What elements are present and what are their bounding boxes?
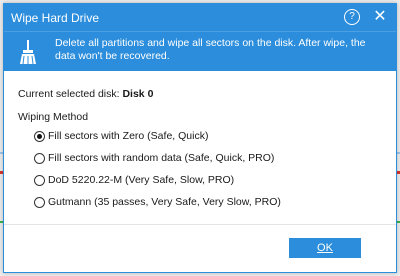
current-disk-value: Disk 0	[122, 88, 154, 100]
radio-option-label: Fill sectors with random data (Safe, Qui…	[48, 152, 275, 164]
radio-option-dod[interactable]: DoD 5220.22-M (Very Safe, Slow, PRO)	[34, 173, 234, 187]
radio-button[interactable]	[34, 174, 45, 186]
radio-button[interactable]	[34, 196, 45, 208]
broom-icon	[20, 40, 36, 65]
ok-button[interactable]: OK	[289, 238, 361, 258]
wipe-hard-drive-dialog: Wipe Hard Drive ? ✕ Delete all partition…	[3, 3, 397, 273]
radio-button[interactable]	[34, 152, 45, 164]
footer-divider	[4, 224, 396, 225]
current-disk-label: Current selected disk:	[18, 88, 120, 100]
dialog-title: Wipe Hard Drive	[11, 11, 100, 25]
radio-option-random[interactable]: Fill sectors with random data (Safe, Qui…	[34, 151, 274, 165]
radio-button-selected[interactable]	[34, 130, 45, 142]
banner-message: Delete all partitions and wipe all secto…	[55, 37, 366, 62]
radio-option-label: DoD 5220.22-M (Very Safe, Slow, PRO)	[48, 174, 235, 186]
wiping-method-label: Wiping Method	[18, 111, 89, 123]
radio-option-label: Fill sectors with Zero (Safe, Quick)	[48, 130, 209, 142]
info-banner: Delete all partitions and wipe all secto…	[4, 31, 396, 71]
radio-option-label: Gutmann (35 passes, Very Safe, Very Slow…	[48, 196, 281, 208]
radio-option-gutmann[interactable]: Gutmann (35 passes, Very Safe, Very Slow…	[34, 195, 281, 209]
current-disk-line: Current selected disk: Disk 0	[18, 88, 153, 100]
help-circle-icon[interactable]: ?	[344, 9, 360, 25]
close-icon[interactable]: ✕	[370, 7, 390, 27]
radio-option-zero[interactable]: Fill sectors with Zero (Safe, Quick)	[34, 129, 208, 143]
dialog-titlebar: Wipe Hard Drive ? ✕	[4, 4, 396, 31]
